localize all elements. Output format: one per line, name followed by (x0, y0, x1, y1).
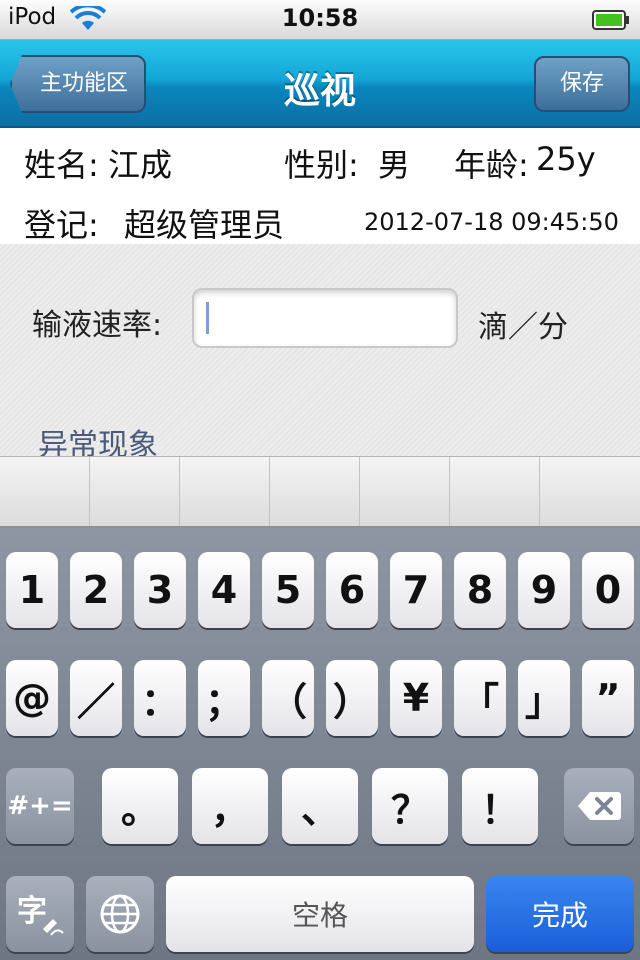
candidate-slot[interactable] (90, 457, 180, 526)
infusion-rate-label: 输液速率: (32, 308, 163, 343)
key-question[interactable]: ？ (372, 768, 448, 844)
candidate-slot[interactable] (270, 457, 360, 526)
patient-gender: 男 (378, 146, 411, 184)
key-0[interactable]: 0 (582, 552, 634, 628)
key-left-bracket[interactable]: 「 (454, 660, 506, 736)
delete-key[interactable] (564, 768, 634, 844)
key-3[interactable]: 3 (134, 552, 186, 628)
key-right-bracket[interactable]: 」 (518, 660, 570, 736)
key-4[interactable]: 4 (198, 552, 250, 628)
key-colon[interactable]: ： (134, 660, 186, 736)
key-2[interactable]: 2 (70, 552, 122, 628)
keyboard: 1 2 3 4 5 6 7 8 9 0 @ ／ ： ； （ ） ¥ 「 」 ” … (0, 528, 640, 960)
key-at[interactable]: @ (6, 660, 58, 736)
key-9[interactable]: 9 (518, 552, 570, 628)
form-area: 输液速率: 滴／分 异常现象 (0, 244, 640, 463)
key-enum-comma[interactable]: 、 (282, 768, 358, 844)
battery-icon (592, 10, 629, 30)
infusion-rate-unit: 滴／分 (478, 310, 568, 345)
register-datetime: 2012-07-18 09:45:50 (364, 208, 619, 236)
globe-icon (100, 894, 140, 934)
navigation-bar: 主功能区 巡视 保存 (0, 40, 640, 128)
svg-text:字: 字 (17, 894, 47, 929)
done-key[interactable]: 完成 (486, 876, 634, 952)
save-button[interactable]: 保存 (534, 56, 630, 112)
space-key[interactable]: 空格 (166, 876, 474, 952)
candidate-bar (0, 456, 640, 528)
key-period[interactable]: 。 (102, 768, 178, 844)
key-slash[interactable]: ／ (70, 660, 122, 736)
status-bar: iPod 10:58 (0, 0, 640, 40)
key-quote[interactable]: ” (582, 660, 634, 736)
key-yen[interactable]: ¥ (390, 660, 442, 736)
gender-label: 性别: (284, 146, 359, 184)
key-right-paren[interactable]: ） (326, 660, 378, 736)
key-7[interactable]: 7 (390, 552, 442, 628)
handwriting-icon: 字 (17, 894, 64, 936)
patient-name: 江成 (108, 146, 173, 184)
clock: 10:58 (281, 4, 359, 32)
name-label: 姓名: (24, 146, 99, 184)
candidate-slot[interactable] (540, 457, 640, 526)
patient-info: 姓名: 江成 性别: 男 年龄: 25y 登记: 超级管理员 2012-07-1… (0, 128, 640, 244)
candidate-slot[interactable] (450, 457, 540, 526)
backspace-icon (578, 792, 621, 820)
register-label: 登记: (24, 206, 99, 244)
infusion-rate-input[interactable] (192, 288, 458, 348)
candidate-slot[interactable] (0, 457, 90, 526)
key-left-paren[interactable]: （ (262, 660, 314, 736)
key-1[interactable]: 1 (6, 552, 58, 628)
key-8[interactable]: 8 (454, 552, 506, 628)
key-6[interactable]: 6 (326, 552, 378, 628)
registrar-name: 超级管理员 (124, 206, 285, 244)
age-label: 年龄: (454, 146, 529, 184)
symbols-mode-key[interactable]: #+= (6, 768, 74, 844)
key-semicolon[interactable]: ； (198, 660, 250, 736)
text-cursor (206, 302, 209, 334)
candidate-slot[interactable] (360, 457, 450, 526)
globe-key[interactable] (86, 876, 154, 952)
key-comma[interactable]: ， (192, 768, 268, 844)
key-exclamation[interactable]: ！ (462, 768, 538, 844)
patient-age: 25y (536, 140, 596, 178)
candidate-slot[interactable] (180, 457, 270, 526)
key-5[interactable]: 5 (262, 552, 314, 628)
input-mode-key[interactable]: 字 (6, 876, 74, 952)
